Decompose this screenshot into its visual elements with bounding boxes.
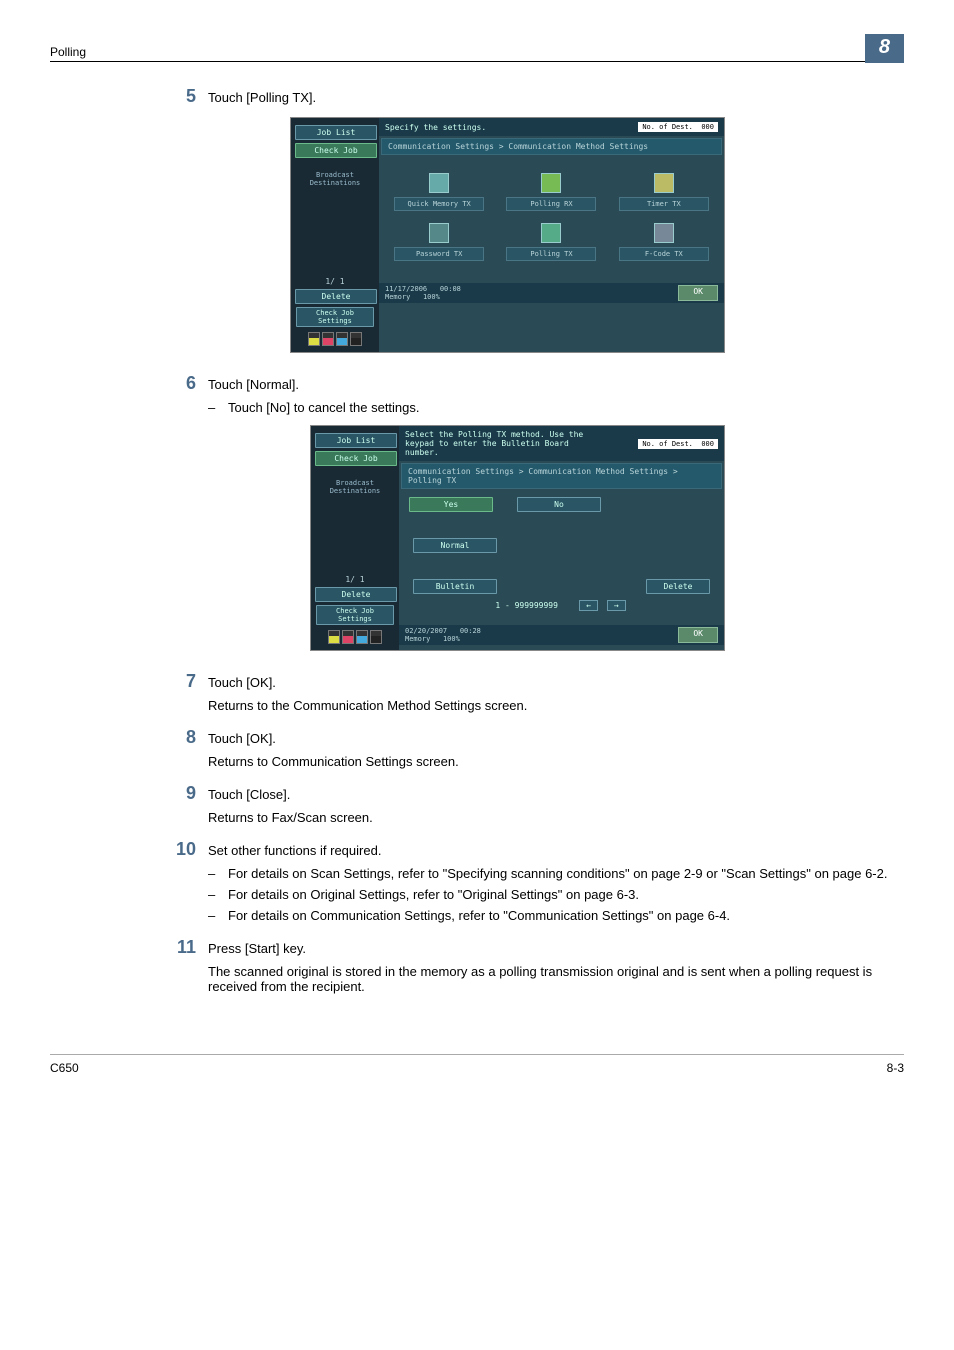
status-date: 11/17/2006 <box>385 285 427 293</box>
polling-rx-icon <box>541 173 561 193</box>
step-11-number: 11 <box>160 937 208 958</box>
password-tx-icon <box>429 223 449 243</box>
password-tx-tile[interactable]: Password TX <box>394 223 484 261</box>
footer-page: 8-3 <box>887 1061 904 1075</box>
status-time: 00:28 <box>460 627 481 635</box>
status-date: 02/20/2007 <box>405 627 447 635</box>
page-indicator: 1/ 1 <box>315 575 395 584</box>
dest-count-badge: No. of Dest. 000 <box>638 122 718 132</box>
step-6-number: 6 <box>160 373 208 394</box>
memory-value: 100% <box>443 635 460 643</box>
delete-entry-button[interactable]: Delete <box>646 579 710 594</box>
check-job-settings-button[interactable]: Check Job Settings <box>316 605 394 625</box>
footer-model: C650 <box>50 1061 79 1075</box>
ok-button[interactable]: OK <box>678 627 718 643</box>
memory-value: 100% <box>423 293 440 301</box>
f-code-tx-tile[interactable]: F-Code TX <box>619 223 709 261</box>
f-code-tx-icon <box>654 223 674 243</box>
breadcrumb: Communication Settings > Communication M… <box>401 463 722 489</box>
screenshot-comm-method-settings: Job List Check Job Broadcast Destination… <box>290 117 725 353</box>
page-indicator: 1/ 1 <box>295 277 375 286</box>
step-11-text: Press [Start] key. <box>208 937 904 958</box>
timer-tx-icon <box>654 173 674 193</box>
quick-memory-tx-tile[interactable]: Quick Memory TX <box>394 173 484 211</box>
check-job-settings-button[interactable]: Check Job Settings <box>296 307 374 327</box>
step-9-text: Touch [Close]. <box>208 783 904 804</box>
step-9-number: 9 <box>160 783 208 804</box>
memory-label: Memory <box>385 293 410 301</box>
step-10-sub2: For details on Original Settings, refer … <box>228 887 639 902</box>
screenshot-polling-tx: Job List Check Job Broadcast Destination… <box>310 425 725 651</box>
step-8-result: Returns to Communication Settings screen… <box>208 754 904 769</box>
step-11-result: The scanned original is stored in the me… <box>208 964 904 994</box>
step-7-result: Returns to the Communication Method Sett… <box>208 698 904 713</box>
delete-button[interactable]: Delete <box>315 587 397 602</box>
step-6-sub1: Touch [No] to cancel the settings. <box>228 400 420 415</box>
step-10-sub1: For details on Scan Settings, refer to "… <box>228 866 887 881</box>
header-section: Polling <box>50 45 86 59</box>
step-8-text: Touch [OK]. <box>208 727 904 748</box>
job-list-button[interactable]: Job List <box>315 433 397 448</box>
prompt-text: Specify the settings. <box>385 123 486 132</box>
polling-rx-tile[interactable]: Polling RX <box>506 173 596 211</box>
memory-label: Memory <box>405 635 430 643</box>
step-10-sub3: For details on Communication Settings, r… <box>228 908 730 923</box>
broadcast-dest-label: Broadcast Destinations <box>315 479 395 495</box>
toner-m-icon <box>322 332 334 346</box>
chapter-badge: 8 <box>865 34 904 63</box>
no-tab[interactable]: No <box>517 497 601 512</box>
toner-y-icon <box>308 332 320 346</box>
normal-button[interactable]: Normal <box>413 538 497 553</box>
breadcrumb: Communication Settings > Communication M… <box>381 138 722 155</box>
ok-button[interactable]: OK <box>678 285 718 301</box>
step-5-number: 5 <box>160 86 208 107</box>
step-10-number: 10 <box>160 839 208 860</box>
dest-count-badge: No. of Dest. 000 <box>638 439 718 449</box>
toner-m-icon <box>342 630 354 644</box>
check-job-button[interactable]: Check Job <box>315 451 397 466</box>
polling-tx-icon <box>541 223 561 243</box>
step-7-text: Touch [OK]. <box>208 671 904 692</box>
job-list-button[interactable]: Job List <box>295 125 377 140</box>
bulletin-button[interactable]: Bulletin <box>413 579 497 594</box>
polling-tx-tile[interactable]: Polling TX <box>506 223 596 261</box>
arrow-left-button[interactable]: ← <box>579 600 598 611</box>
broadcast-dest-label: Broadcast Destinations <box>295 171 375 187</box>
check-job-button[interactable]: Check Job <box>295 143 377 158</box>
bulletin-range: 1 - 999999999 <box>495 601 558 610</box>
arrow-right-button[interactable]: → <box>607 600 626 611</box>
toner-k-icon <box>370 630 382 644</box>
status-time: 00:08 <box>440 285 461 293</box>
step-6-text: Touch [Normal]. <box>208 373 904 394</box>
prompt-text: Select the Polling TX method. Use the ke… <box>405 430 605 457</box>
toner-c-icon <box>336 332 348 346</box>
step-9-result: Returns to Fax/Scan screen. <box>208 810 904 825</box>
yes-tab[interactable]: Yes <box>409 497 493 512</box>
step-5-text: Touch [Polling TX]. <box>208 86 904 107</box>
step-8-number: 8 <box>160 727 208 748</box>
step-7-number: 7 <box>160 671 208 692</box>
toner-k-icon <box>350 332 362 346</box>
quick-memory-tx-icon <box>429 173 449 193</box>
toner-c-icon <box>356 630 368 644</box>
timer-tx-tile[interactable]: Timer TX <box>619 173 709 211</box>
step-10-text: Set other functions if required. <box>208 839 904 860</box>
delete-button[interactable]: Delete <box>295 289 377 304</box>
toner-y-icon <box>328 630 340 644</box>
